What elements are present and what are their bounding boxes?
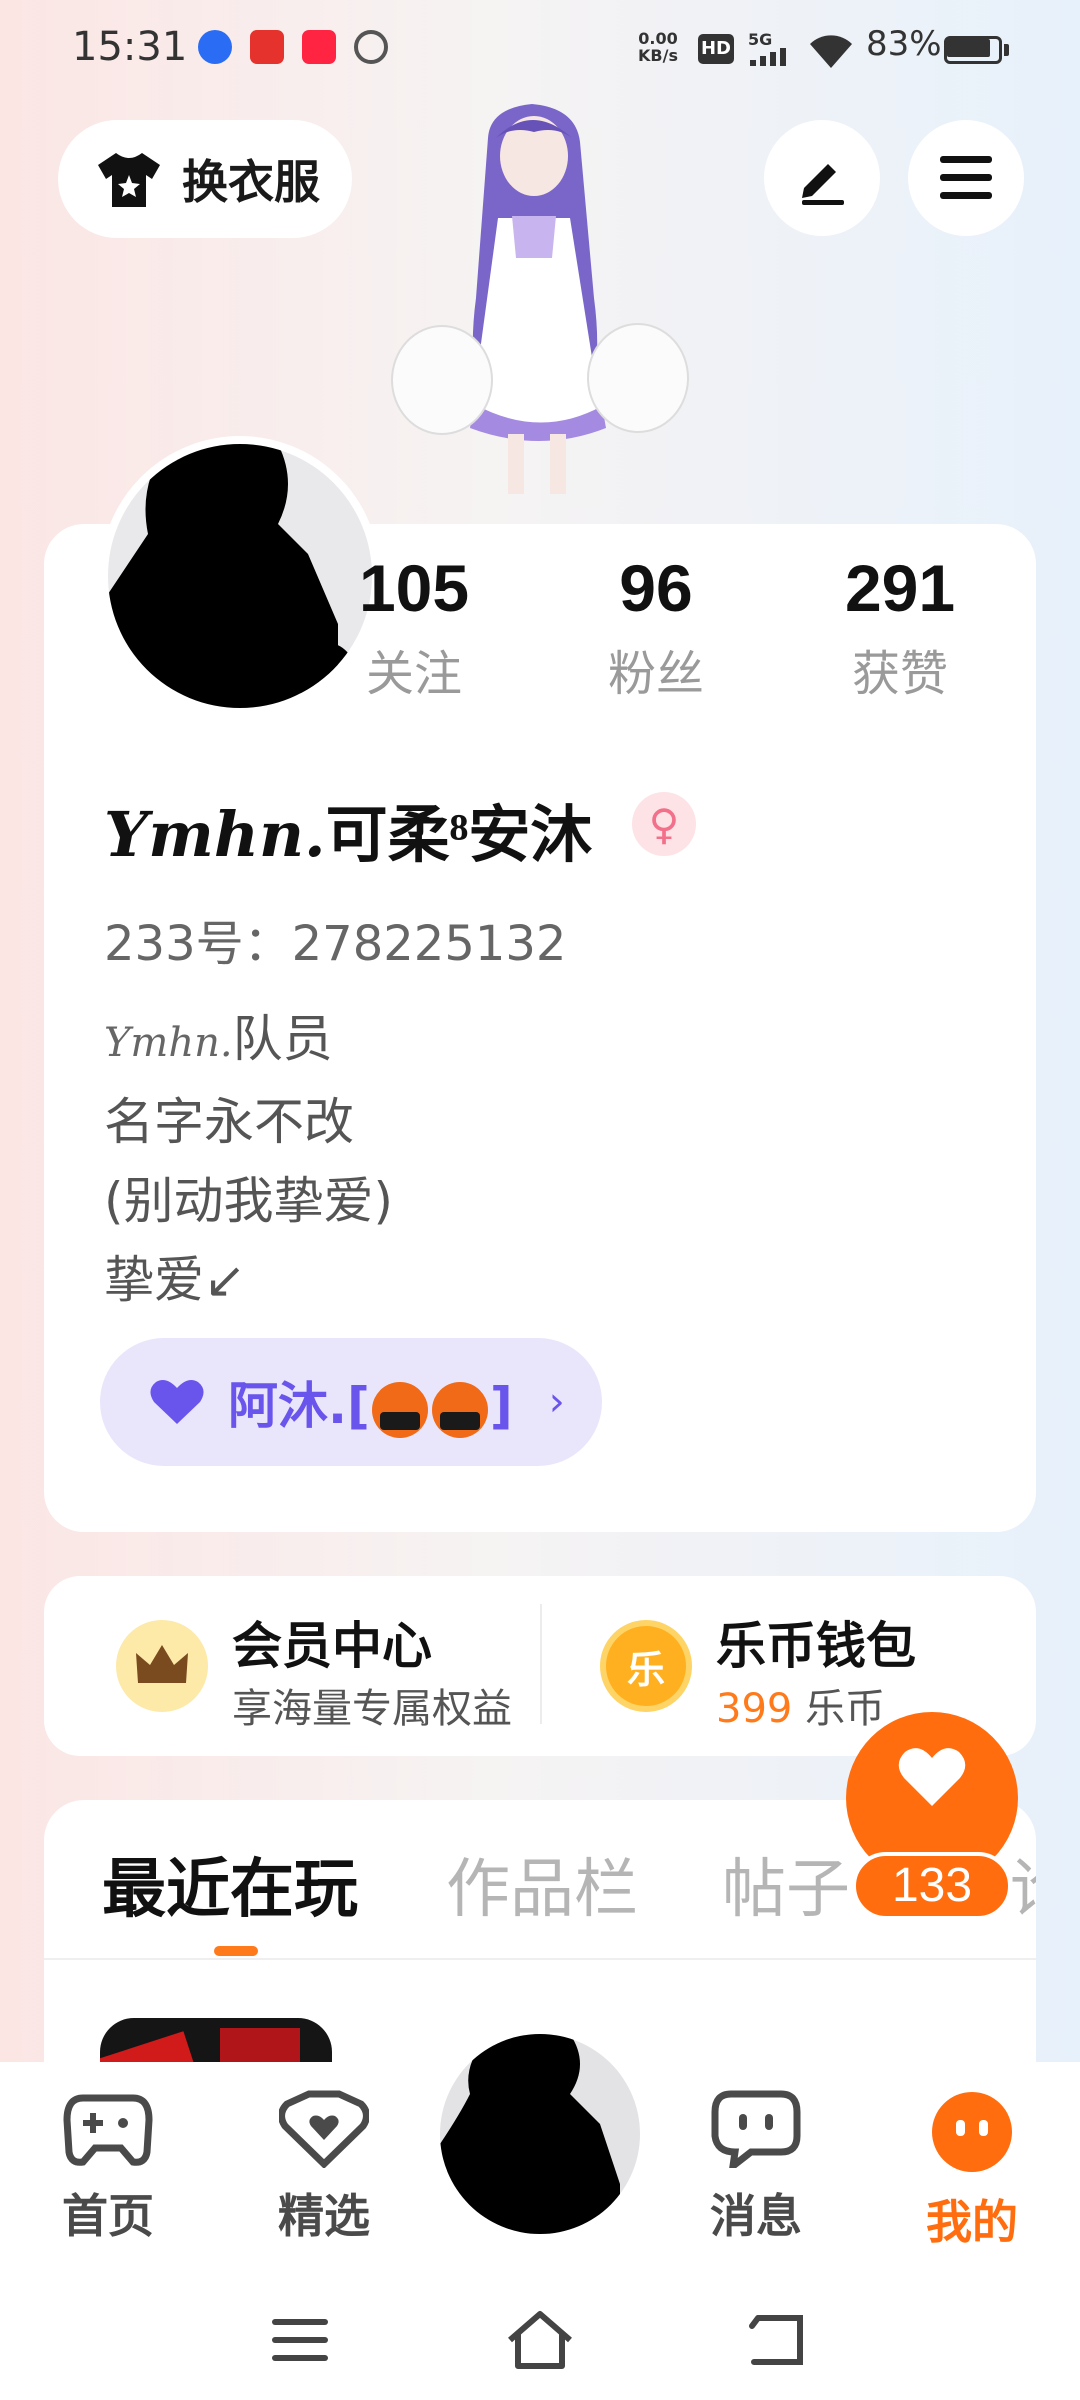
- home-button[interactable]: [500, 2300, 580, 2380]
- followers-label: 粉丝: [607, 646, 704, 702]
- net-speed-value: 0.00: [638, 29, 678, 48]
- like-count-badge: 133: [852, 1852, 1012, 1920]
- heart-icon: [898, 1748, 966, 1806]
- following-label: 关注: [365, 646, 462, 702]
- hd-icon: HD: [698, 34, 734, 64]
- bio-line-3: (别动我挚爱): [104, 1172, 394, 1230]
- member-center-subtitle: 享海量专属权益: [232, 1686, 512, 1732]
- followers-stat[interactable]: 96 粉丝: [546, 550, 766, 704]
- crown-icon: [116, 1620, 208, 1712]
- character-figure[interactable]: [380, 98, 700, 518]
- nav-featured-label: 精选: [278, 2189, 370, 2243]
- signal-icon: [750, 48, 786, 66]
- user-id[interactable]: 233号：278225132: [104, 904, 566, 974]
- smiley-face-icon: [932, 2092, 1012, 2172]
- wallet-title[interactable]: 乐币钱包: [716, 1606, 916, 1678]
- battery-cap: [1004, 44, 1009, 56]
- nav-mine-label: 我的: [926, 2195, 1018, 2249]
- female-gender-icon: ♀: [632, 792, 696, 856]
- status-time: 15:31: [72, 24, 188, 70]
- recent-apps-button[interactable]: [260, 2300, 340, 2380]
- tabs-divider: [44, 1958, 1036, 1960]
- news-app-icon: [250, 30, 284, 64]
- nav-featured[interactable]: 精选: [244, 2090, 404, 2246]
- username-prefix: Ymhn.: [104, 798, 326, 871]
- tab-works[interactable]: 作品栏: [446, 1838, 638, 1930]
- relationship-tag[interactable]: 阿沐.[] ›: [100, 1338, 602, 1466]
- bio-line-4: 挚爱↙: [104, 1251, 246, 1309]
- net-speed: 0.00 KB/s: [638, 30, 678, 64]
- likes-label: 获赞: [851, 646, 948, 702]
- nav-home[interactable]: 首页: [28, 2090, 188, 2246]
- crown-shape: [136, 1645, 188, 1683]
- hamburger-icon: [940, 156, 992, 199]
- menu-button[interactable]: [908, 120, 1024, 236]
- home-icon: [508, 2311, 572, 2369]
- nav-messages[interactable]: 消息: [676, 2090, 836, 2246]
- nav-messages-label: 消息: [710, 2189, 802, 2243]
- tab-posts[interactable]: 帖子: [722, 1838, 850, 1930]
- tshirt-icon: [98, 153, 160, 207]
- bio-script: Ymhn.: [104, 1020, 233, 1066]
- bio-line-1: 队员: [232, 1010, 333, 1068]
- xiaohongshu-app-icon: [302, 30, 336, 64]
- change-clothes-label: 换衣服: [182, 155, 320, 209]
- likes-stat[interactable]: 291 获赞: [790, 550, 1010, 704]
- username: Ymhn.可柔⁸安沐: [104, 784, 592, 874]
- change-clothes-button[interactable]: 换衣服: [58, 120, 352, 238]
- tag-text-before: 阿沐.[: [228, 1377, 370, 1435]
- pen-icon: [802, 164, 844, 205]
- net-speed-unit: KB/s: [638, 46, 678, 65]
- bio: Ymhn.队员 名字永不改 (别动我挚爱) 挚爱↙: [104, 1000, 393, 1320]
- heart-badge-icon: [278, 2090, 370, 2169]
- planet-app-icon: [354, 30, 388, 64]
- wifi-icon: [810, 35, 852, 68]
- back-arrow-icon: [749, 2315, 803, 2365]
- swearing-face-emoji: [371, 1381, 428, 1438]
- relationship-tag-label: 阿沐.[]: [228, 1366, 513, 1438]
- network-type: 5G: [748, 30, 773, 49]
- back-button[interactable]: [740, 2300, 820, 2380]
- swearing-face-emoji: [431, 1381, 488, 1438]
- divider: [540, 1604, 542, 1724]
- nav-mine[interactable]: 我的: [892, 2090, 1052, 2252]
- gamepad-icon: [63, 2094, 153, 2166]
- username-main: 可柔⁸安沐: [325, 802, 593, 870]
- wallet-balance: 399 乐币: [716, 1676, 885, 1734]
- battery-fill: [947, 39, 990, 57]
- avatar-silhouette: [440, 2034, 620, 2234]
- baidu-app-icon: [198, 30, 232, 64]
- tab-recently-played[interactable]: 最近在玩: [102, 1838, 358, 1930]
- nav-avatar[interactable]: [440, 2034, 640, 2234]
- wallet-amount: 399: [716, 1686, 793, 1732]
- followers-count: 96: [619, 551, 693, 625]
- nav-home-label: 首页: [62, 2189, 154, 2243]
- member-center-title[interactable]: 会员中心: [232, 1606, 432, 1678]
- chevron-right-icon: ›: [548, 1379, 565, 1425]
- likes-count: 291: [844, 551, 956, 625]
- wallet-unit: 乐币: [792, 1686, 886, 1732]
- battery-percent: 83%: [866, 24, 942, 64]
- coin-icon: 乐: [600, 1620, 692, 1712]
- heart-icon: [150, 1380, 204, 1424]
- tag-text-after: ]: [489, 1377, 513, 1435]
- edit-profile-button[interactable]: [764, 120, 880, 236]
- tab-partial[interactable]: 论: [1010, 1838, 1036, 1930]
- following-stat[interactable]: 105 关注: [304, 550, 524, 704]
- bio-line-2: 名字永不改: [104, 1093, 354, 1151]
- menu-lines-icon: [272, 2319, 328, 2361]
- following-count: 105: [358, 551, 470, 625]
- active-tab-indicator: [214, 1946, 258, 1956]
- chat-bubble-icon: [711, 2090, 801, 2175]
